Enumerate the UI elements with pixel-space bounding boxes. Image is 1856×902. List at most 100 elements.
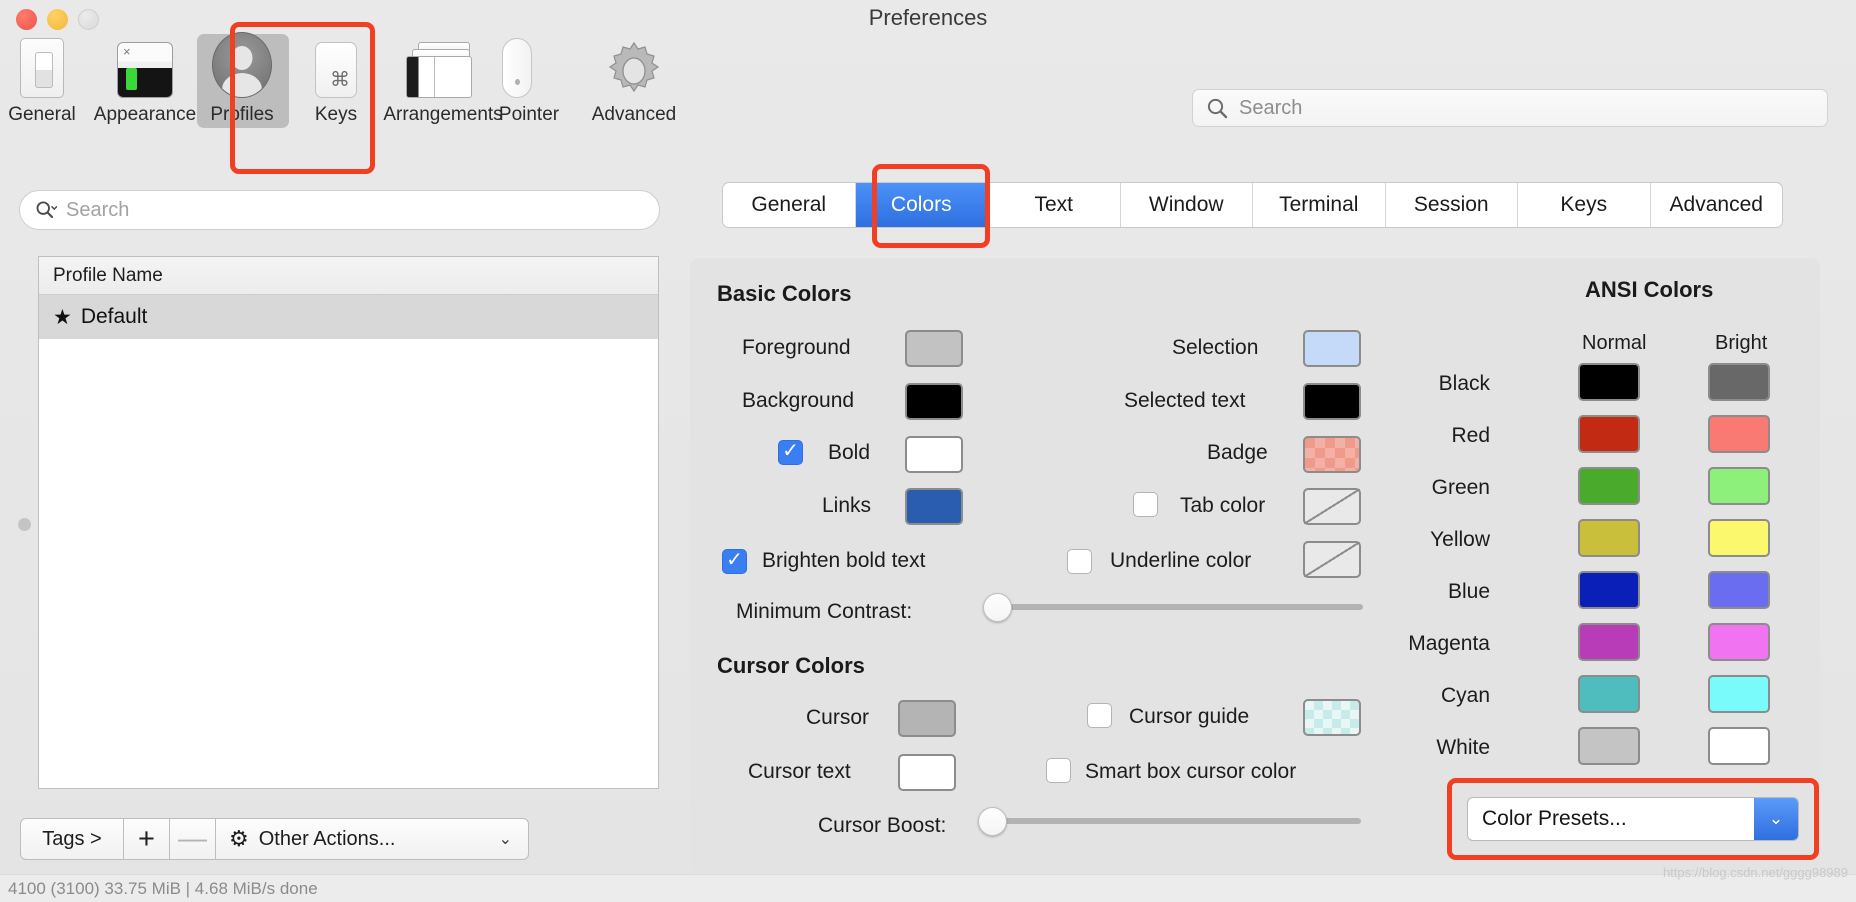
table-row[interactable]: ★ Default bbox=[39, 295, 658, 339]
basic-colors-heading: Basic Colors bbox=[717, 281, 852, 306]
toolbar-item-appearance[interactable]: Appearance bbox=[93, 32, 197, 126]
ansi-black-normal-swatch[interactable] bbox=[1578, 363, 1640, 401]
tags-button[interactable]: Tags > bbox=[20, 818, 124, 860]
selected-text-label: Selected text bbox=[1124, 389, 1246, 412]
ansi-white-normal-swatch[interactable] bbox=[1578, 727, 1640, 765]
gear-icon: ⚙ bbox=[229, 826, 249, 851]
ansi-green-normal-swatch[interactable] bbox=[1578, 467, 1640, 505]
tab-color-swatch[interactable] bbox=[1303, 488, 1361, 525]
tab-terminal[interactable]: Terminal bbox=[1253, 183, 1386, 227]
cursor-label: Cursor bbox=[806, 706, 870, 729]
ansi-red-normal-swatch[interactable] bbox=[1578, 415, 1640, 453]
tab-window[interactable]: Window bbox=[1121, 183, 1253, 227]
cursor-boost-slider-track[interactable] bbox=[986, 818, 1361, 824]
links-swatch[interactable] bbox=[905, 488, 963, 525]
ansi-row-label-yellow: Yellow bbox=[1430, 528, 1490, 551]
ansi-row-label-magenta: Magenta bbox=[1408, 632, 1490, 655]
ansi-magenta-bright-swatch[interactable] bbox=[1708, 623, 1770, 661]
ansi-white-bright-swatch[interactable] bbox=[1708, 727, 1770, 765]
ansi-cyan-bright-swatch[interactable] bbox=[1708, 675, 1770, 713]
underline-color-checkbox[interactable] bbox=[1067, 549, 1092, 574]
ansi-blue-normal-swatch[interactable] bbox=[1578, 571, 1640, 609]
toolbar-item-profiles-label: Profiles bbox=[210, 104, 274, 125]
tab-advanced[interactable]: Advanced bbox=[1651, 183, 1783, 227]
profile-table: Profile Name ★ Default bbox=[38, 256, 659, 789]
selection-label: Selection bbox=[1172, 336, 1259, 359]
badge-swatch[interactable] bbox=[1303, 436, 1361, 473]
search-icon bbox=[1207, 98, 1228, 119]
tab-text[interactable]: Text bbox=[988, 183, 1121, 227]
cursor-guide-swatch[interactable] bbox=[1303, 699, 1361, 736]
cursor-guide-label: Cursor guide bbox=[1129, 705, 1250, 728]
toolbar-item-pointer-label: Pointer bbox=[498, 104, 560, 125]
profile-table-header: Profile Name bbox=[39, 257, 658, 295]
brighten-bold-text-checkbox[interactable] bbox=[722, 547, 747, 574]
split-view-handle[interactable] bbox=[18, 518, 31, 531]
minimum-contrast-slider-knob[interactable] bbox=[983, 593, 1012, 622]
keyboard-key-icon: ⌘ bbox=[315, 42, 357, 98]
ansi-green-bright-swatch[interactable] bbox=[1708, 467, 1770, 505]
links-label: Links bbox=[822, 494, 872, 517]
brighten-bold-text-label: Brighten bold text bbox=[762, 549, 926, 572]
cursor-text-label: Cursor text bbox=[748, 760, 851, 783]
ansi-row-label-black: Black bbox=[1438, 372, 1490, 395]
toolbar-item-profiles[interactable]: Profiles bbox=[190, 32, 294, 126]
cursor-boost-slider-knob[interactable] bbox=[978, 807, 1007, 836]
ansi-cyan-normal-swatch[interactable] bbox=[1578, 675, 1640, 713]
selection-swatch[interactable] bbox=[1303, 330, 1361, 367]
ansi-blue-bright-swatch[interactable] bbox=[1708, 571, 1770, 609]
ansi-black-bright-swatch[interactable] bbox=[1708, 363, 1770, 401]
tab-color-label: Tab color bbox=[1180, 494, 1266, 517]
ansi-row-label-blue: Blue bbox=[1447, 580, 1490, 603]
cursor-guide-checkbox[interactable] bbox=[1087, 703, 1112, 728]
color-presets-dropdown[interactable]: Color Presets... ⌄ bbox=[1467, 797, 1799, 841]
toolbar-item-pointer[interactable]: Pointer bbox=[477, 32, 581, 126]
tab-color-checkbox[interactable] bbox=[1133, 492, 1158, 517]
status-bar: 4100 (3100) 33.75 MiB | 4.68 MiB/s done bbox=[0, 874, 1856, 902]
other-actions-menu[interactable]: ⚙ Other Actions... ⌄ bbox=[216, 818, 529, 860]
bold-swatch[interactable] bbox=[905, 436, 963, 473]
add-profile-button[interactable]: + bbox=[124, 818, 170, 860]
search-icon bbox=[36, 201, 57, 219]
appearance-icon bbox=[117, 42, 173, 98]
underline-color-label: Underline color bbox=[1110, 549, 1252, 572]
tab-session[interactable]: Session bbox=[1386, 183, 1518, 227]
tab-keys[interactable]: Keys bbox=[1518, 183, 1651, 227]
bold-checkbox[interactable] bbox=[778, 438, 803, 465]
selected-text-swatch[interactable] bbox=[1303, 383, 1361, 420]
ansi-row-label-white: White bbox=[1436, 736, 1490, 759]
background-label: Background bbox=[742, 389, 855, 412]
cursor-text-swatch[interactable] bbox=[898, 754, 956, 791]
toolbar-item-advanced[interactable]: Advanced bbox=[582, 32, 686, 126]
other-actions-label: Other Actions... bbox=[258, 827, 396, 850]
cursor-boost-label: Cursor Boost: bbox=[818, 814, 947, 837]
ansi-magenta-normal-swatch[interactable] bbox=[1578, 623, 1640, 661]
chevron-down-icon: ⌄ bbox=[1754, 798, 1798, 840]
minimum-contrast-slider-track[interactable] bbox=[990, 604, 1363, 610]
toolbar-item-general[interactable]: General bbox=[0, 32, 94, 126]
default-star-icon: ★ bbox=[53, 305, 72, 329]
underline-color-swatch[interactable] bbox=[1303, 541, 1361, 578]
general-icon bbox=[20, 38, 64, 98]
smart-box-cursor-color-label: Smart box cursor color bbox=[1085, 760, 1297, 783]
ansi-row-label-green: Green bbox=[1431, 476, 1490, 499]
bold-label: Bold bbox=[828, 441, 871, 464]
ansi-yellow-normal-swatch[interactable] bbox=[1578, 519, 1640, 557]
background-swatch[interactable] bbox=[905, 383, 963, 420]
ansi-normal-column-header: Normal bbox=[1582, 332, 1647, 354]
remove-profile-button[interactable]: — bbox=[170, 818, 216, 860]
ansi-row-label-red: Red bbox=[1451, 424, 1490, 447]
mouse-icon bbox=[500, 38, 558, 98]
ansi-yellow-bright-swatch[interactable] bbox=[1708, 519, 1770, 557]
settings-tab-bar: General Colors Text Window Terminal Sess… bbox=[722, 182, 1783, 228]
ansi-red-bright-swatch[interactable] bbox=[1708, 415, 1770, 453]
toolbar-item-appearance-label: Appearance bbox=[93, 104, 197, 125]
toolbar-search-field[interactable]: Search bbox=[1192, 89, 1828, 127]
smart-box-cursor-color-checkbox[interactable] bbox=[1046, 758, 1071, 783]
profile-icon bbox=[212, 32, 272, 98]
cursor-swatch[interactable] bbox=[898, 700, 956, 737]
foreground-swatch[interactable] bbox=[905, 330, 963, 367]
tab-general[interactable]: General bbox=[723, 183, 856, 227]
tab-colors[interactable]: Colors bbox=[855, 183, 988, 227]
profile-search-field[interactable]: Search bbox=[19, 190, 660, 230]
